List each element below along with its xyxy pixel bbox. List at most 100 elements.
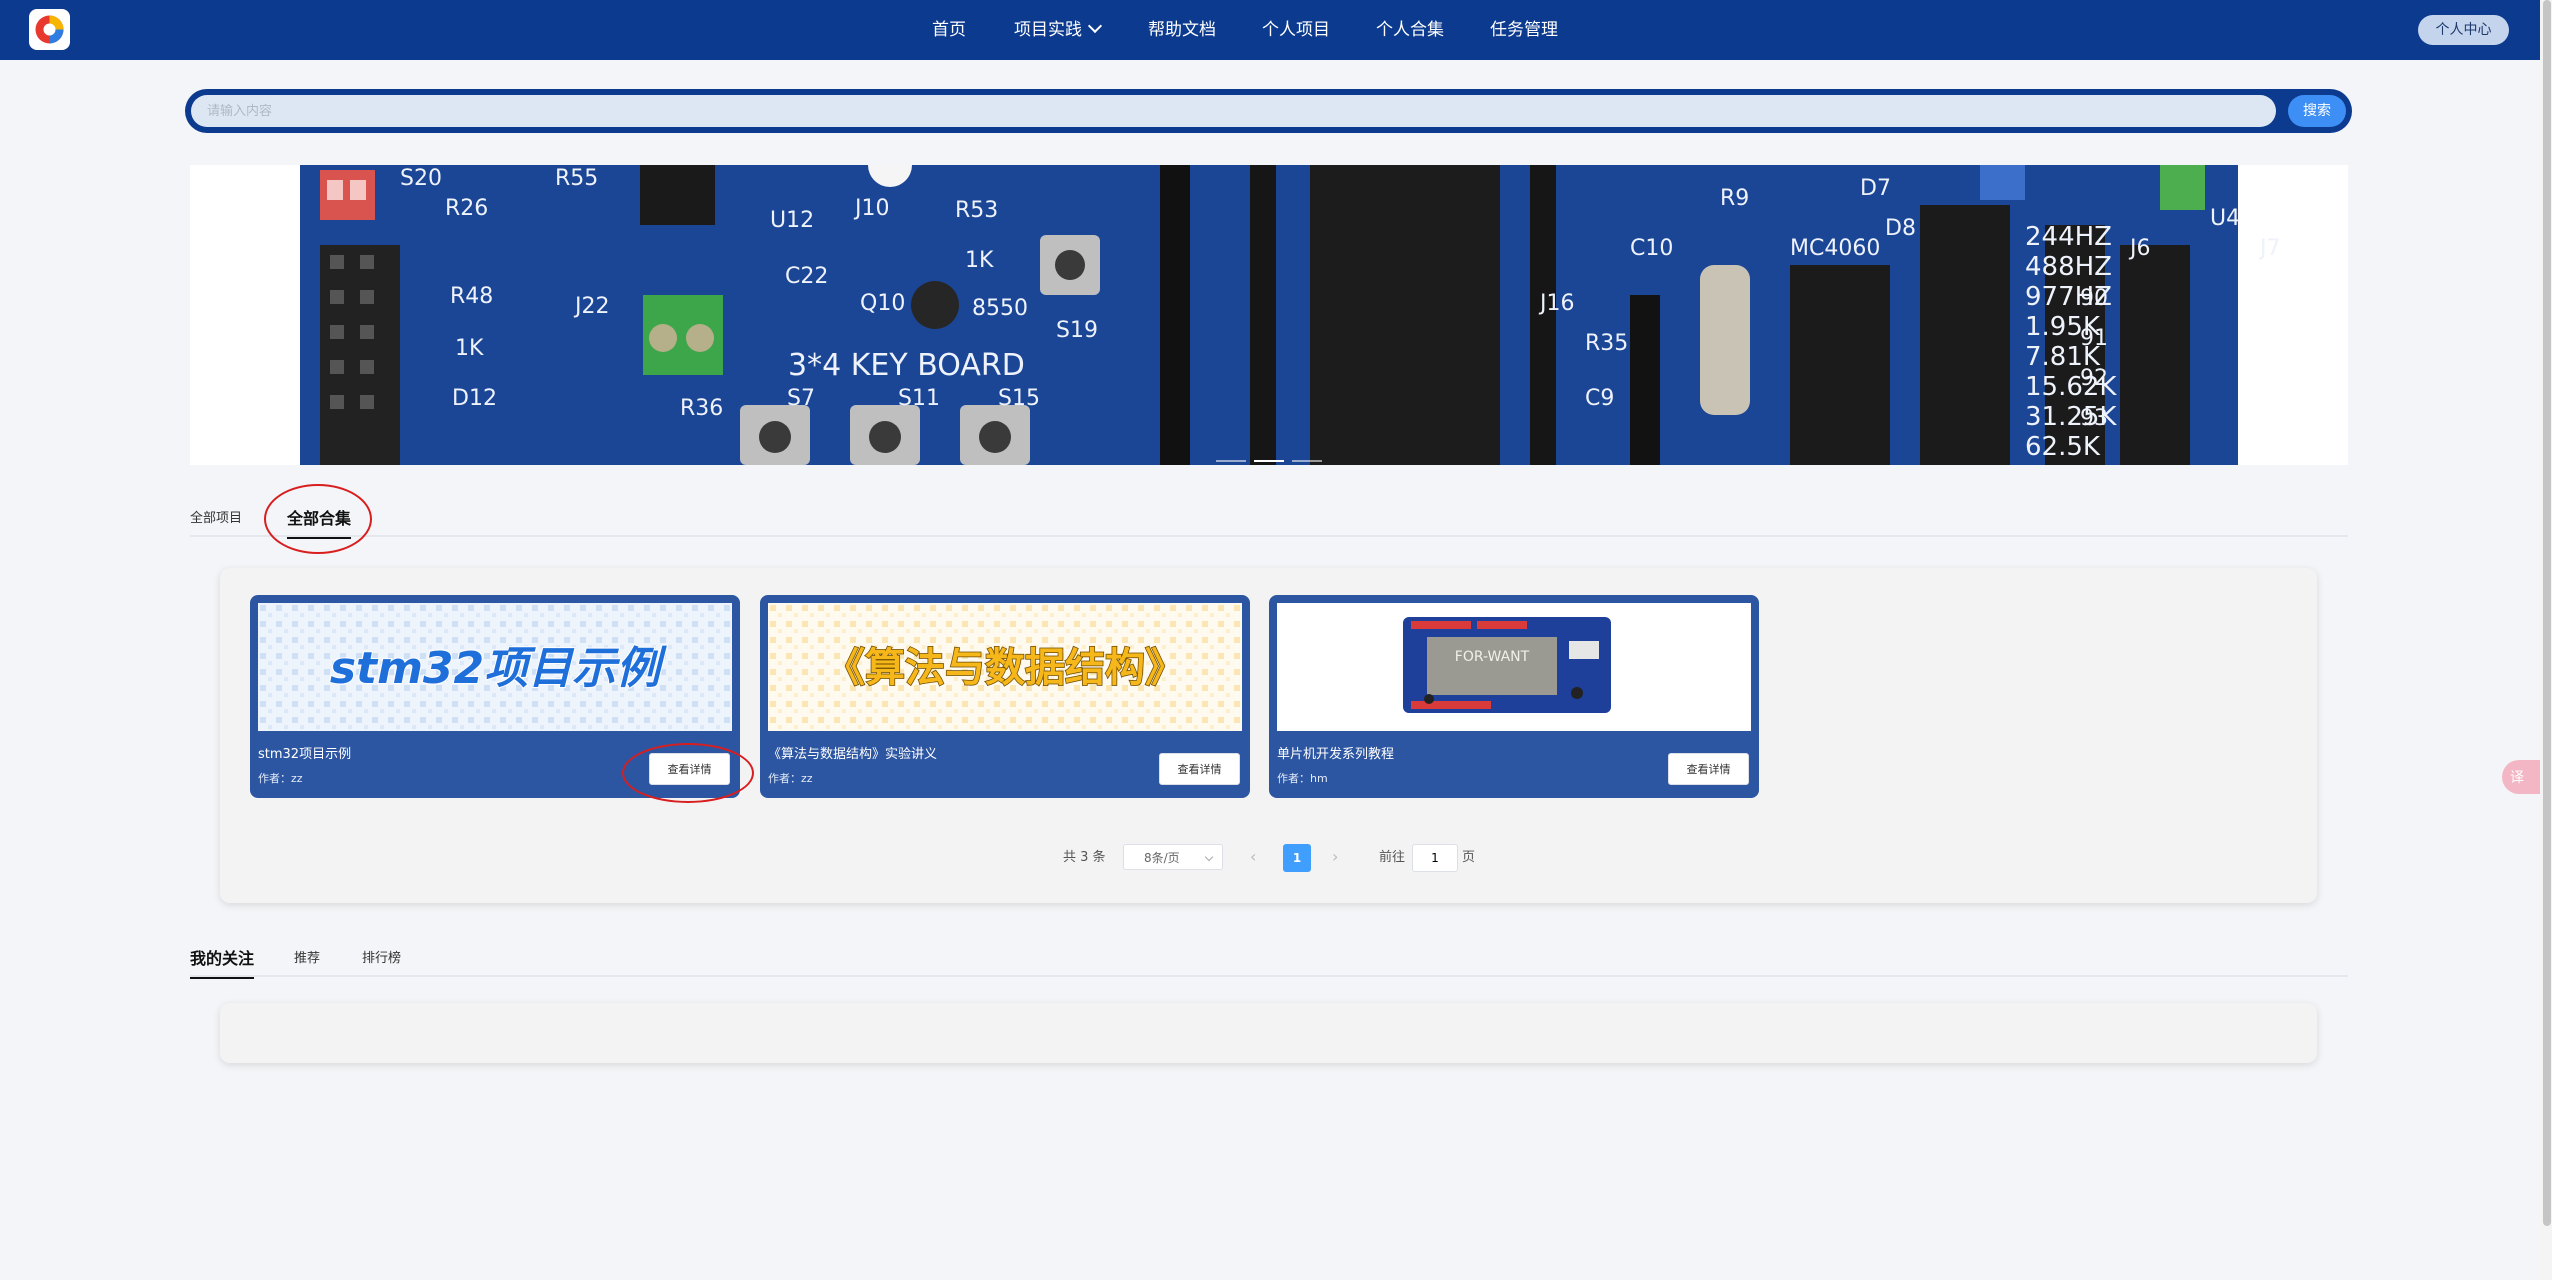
nav-help-docs[interactable]: 帮助文档	[1148, 18, 1216, 42]
silk-label: Q10	[860, 291, 905, 316]
silk-label: MC4060	[1790, 236, 1880, 261]
view-details-button[interactable]: 查看详情	[1159, 753, 1240, 785]
card-cover-graphic: stm32项目示例	[258, 603, 732, 731]
silk-label: C10	[1630, 236, 1673, 261]
silk-label: J7	[2258, 236, 2281, 261]
banner-carousel[interactable]: S20 R26 R55 U12 J10 R53 1K R48 1K J22 C2…	[190, 165, 2348, 465]
silk-label: J10	[853, 196, 889, 221]
silk-label: R35	[1585, 331, 1628, 356]
carousel-indicators	[190, 447, 2348, 465]
page-size-value: 8条/页	[1144, 851, 1180, 865]
card-cover-text: FOR-WANT	[1455, 649, 1530, 665]
card-author: 作者：hm	[1277, 772, 1328, 785]
collection-card[interactable]: stm32项目示例 stm32项目示例 作者：zz 查看详情	[250, 595, 740, 798]
silk-label: 93	[2080, 406, 2108, 431]
silk-label: R9	[1720, 186, 1749, 211]
silk-label: 3*4 KEY BOARD	[788, 348, 1025, 383]
chevron-down-icon	[1087, 18, 1103, 34]
silk-label: 92	[2080, 366, 2108, 391]
card-cover-text: stm32项目示例	[330, 643, 667, 694]
goto-label: 前往	[1379, 850, 1406, 865]
silk-label: U12	[770, 208, 814, 233]
silk-label: R26	[445, 196, 488, 221]
carousel-dot[interactable]	[1216, 460, 1246, 462]
silk-label: R55	[555, 166, 598, 191]
silk-label: 488HZ	[2025, 252, 2112, 282]
goto-page-input[interactable]	[1412, 844, 1458, 872]
next-page-button[interactable]: ›	[1332, 844, 1338, 870]
silk-label: D8	[1885, 216, 1916, 241]
silk-label: J6	[2128, 236, 2151, 261]
silk-label: D7	[1860, 176, 1891, 201]
card-cover-image: FOR-WANT	[1277, 603, 1751, 731]
silk-label: D12	[452, 386, 497, 411]
card-cover-image: 《算法与数据结构》	[768, 603, 1242, 731]
card-cover-graphic: FOR-WANT	[1277, 603, 1751, 731]
view-details-button[interactable]: 查看详情	[1668, 753, 1749, 785]
card-cover-image: stm32项目示例	[258, 603, 732, 731]
tab-my-follows[interactable]: 我的关注	[190, 945, 255, 979]
nav-personal-collections[interactable]: 个人合集	[1376, 18, 1444, 42]
search-input[interactable]	[191, 95, 2276, 127]
top-nav-bar: 首页 项目实践 帮助文档 个人项目 个人合集 任务管理 个人中心	[0, 0, 2540, 60]
collection-card[interactable]: 《算法与数据结构》 《算法与数据结构》实验讲义 作者：zz 查看详情	[760, 595, 1250, 798]
tab-all-projects[interactable]: 全部项目	[190, 507, 242, 526]
silk-label: S19	[1056, 318, 1098, 343]
translate-float-button[interactable]: 译	[2502, 760, 2540, 794]
silk-label: 244HZ	[2025, 222, 2112, 252]
nav-home[interactable]: 首页	[932, 18, 966, 42]
user-center-button[interactable]: 个人中心	[2418, 15, 2509, 45]
collection-tabs: 全部项目 全部合集	[190, 495, 2348, 539]
nav-personal-projects[interactable]: 个人项目	[1262, 18, 1330, 42]
pagination-total: 共 3 条	[1063, 850, 1106, 865]
page-unit-label: 页	[1462, 850, 1476, 865]
silk-label: J22	[573, 294, 609, 319]
silk-label: S20	[400, 166, 442, 191]
card-title: stm32项目示例	[258, 747, 352, 762]
silk-label: C22	[785, 264, 828, 289]
tab-leaderboard[interactable]: 排行榜	[362, 947, 401, 966]
silk-label: 8550	[972, 296, 1028, 321]
card-cover-graphic: 《算法与数据结构》	[768, 603, 1242, 731]
page-number-current[interactable]: 1	[1283, 844, 1311, 872]
carousel-dot[interactable]	[1292, 460, 1322, 462]
tab-all-collections[interactable]: 全部合集	[287, 505, 352, 539]
translate-icon: 译	[2510, 770, 2524, 786]
silk-label: 90	[2080, 286, 2108, 311]
silk-label: S7	[787, 386, 815, 411]
scrollbar-thumb[interactable]	[2543, 0, 2551, 1226]
silk-label: 1K	[965, 248, 994, 273]
card-title: 单片机开发系列教程	[1277, 747, 1395, 762]
view-details-button[interactable]: 查看详情	[649, 753, 730, 785]
carousel-dot[interactable]	[1254, 460, 1284, 462]
pagination: 共 3 条	[0, 844, 2540, 872]
nav-task-management[interactable]: 任务管理	[1490, 18, 1558, 42]
search-button[interactable]: 搜索	[2288, 95, 2346, 127]
silk-label: J16	[1538, 291, 1574, 316]
page-size-select[interactable]: 8条/页	[1123, 844, 1223, 870]
app-logo[interactable]	[29, 9, 70, 50]
silk-label: 91	[2080, 326, 2108, 351]
card-cover-text: 《算法与数据结构》	[825, 645, 1185, 691]
chevron-down-icon	[1204, 852, 1214, 862]
tab-recommended[interactable]: 推荐	[294, 947, 320, 966]
search-bar: 搜索	[185, 89, 2352, 133]
prev-page-button[interactable]: ‹	[1250, 844, 1256, 870]
silk-label: S15	[998, 386, 1040, 411]
silk-label: C9	[1585, 386, 1614, 411]
feed-tabs: 我的关注 推荐 排行榜	[190, 935, 2348, 979]
card-author: 作者：zz	[258, 772, 303, 785]
nav-project-practice-label: 项目实践	[1014, 20, 1082, 40]
circuit-board-image: S20 R26 R55 U12 J10 R53 1K R48 1K J22 C2…	[190, 165, 2348, 465]
card-author: 作者：zz	[768, 772, 813, 785]
nav-project-practice[interactable]: 项目实践	[1014, 18, 1103, 42]
silk-label: R53	[955, 198, 998, 223]
silk-label: 1K	[455, 336, 484, 361]
collection-card[interactable]: FOR-WANT 单片机开发系列教程 作者：hm 查看详情	[1269, 595, 1759, 798]
silk-label: S11	[898, 386, 940, 411]
silk-label: R48	[450, 284, 493, 309]
card-title: 《算法与数据结构》实验讲义	[768, 747, 938, 762]
silk-label: U4	[2210, 206, 2240, 231]
follows-panel	[220, 1003, 2317, 1063]
logo-icon	[35, 15, 64, 44]
